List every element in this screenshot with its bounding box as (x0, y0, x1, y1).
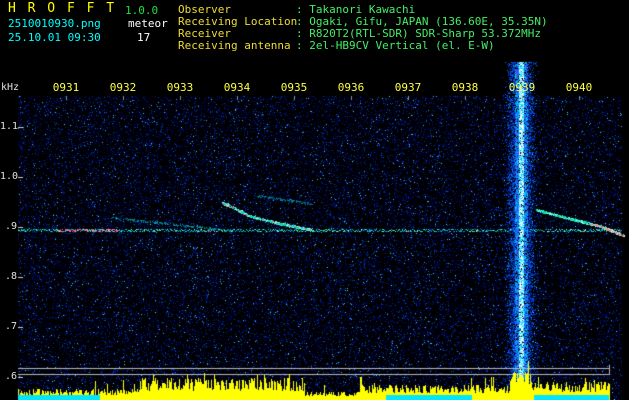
y-axis-unit: kHz (1, 82, 20, 93)
x-tick-0934: 0934 (223, 81, 251, 94)
x-tick-0937: 0937 (394, 81, 422, 94)
x-tick-0939: 0939 (508, 81, 536, 94)
app-title: H R O F F T (8, 1, 117, 16)
x-tick-0936: 0936 (337, 81, 365, 94)
info-value-antenna: : 2el-HB9CV Vertical (el. E-W) (296, 39, 495, 52)
x-tick-0935: 0935 (280, 81, 308, 94)
x-tick-0932: 0932 (109, 81, 137, 94)
event-count: 17 (137, 31, 151, 44)
x-tick-0938: 0938 (451, 81, 479, 94)
y-tick-0_6: .6 (4, 371, 17, 382)
app-version: 1.0.0 (125, 4, 159, 17)
mode-label: meteor (128, 17, 168, 30)
file-name: 2510010930.png (8, 17, 101, 30)
hrofft-screen: H R O F F T 1.0.0 2510010930.png meteor … (0, 0, 629, 400)
y-tick-1_1: 1.1 (0, 121, 19, 132)
y-tick-1_0: 1.0 (0, 171, 19, 182)
x-tick-0933: 0933 (166, 81, 194, 94)
info-label-antenna: Receiving antenna (178, 39, 291, 52)
y-tick-0_8: .8 (4, 271, 17, 282)
y-tick-0_9: .9 (4, 221, 17, 232)
spectrogram-canvas (0, 60, 629, 400)
x-tick-0931: 0931 (52, 81, 80, 94)
y-tick-0_7: .7 (4, 321, 17, 332)
x-tick-0940: 0940 (565, 81, 593, 94)
timestamp: 25.10.01 09:30 (8, 31, 101, 44)
